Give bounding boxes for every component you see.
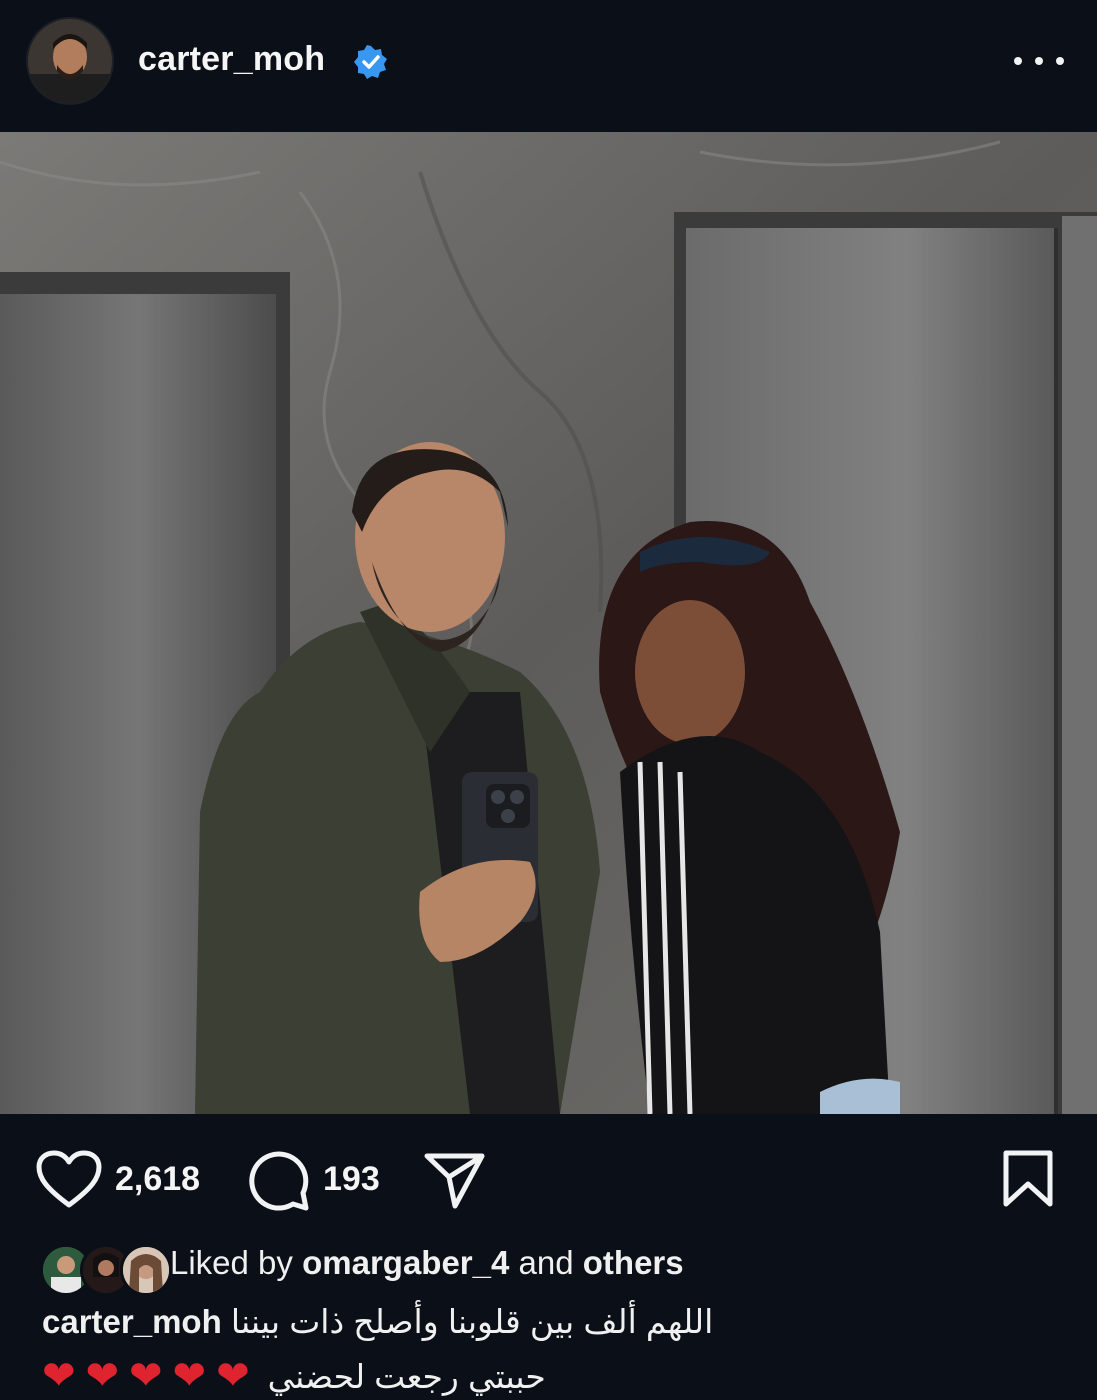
liked-by-text: Liked by omargaber_4 and others	[170, 1244, 684, 1282]
post-image[interactable]	[0, 132, 1097, 1114]
post-header: carter_moh	[0, 0, 1097, 132]
like-heart-icon[interactable]	[36, 1150, 102, 1210]
save-bookmark-icon[interactable]	[1002, 1150, 1054, 1208]
liked-by-connector: and	[518, 1244, 574, 1281]
liked-by-others[interactable]: others	[583, 1244, 684, 1281]
comment-count[interactable]: 193	[323, 1160, 380, 1199]
caption-line-2: ❤ ❤ ❤ ❤ ❤ حببتي رجعت لحضني	[42, 1356, 546, 1396]
more-options-icon[interactable]	[1014, 44, 1064, 78]
caption-line-1: carter_moh اللهم ألف بين قلوبنا وأصلح ذا…	[42, 1302, 713, 1341]
caption-username[interactable]: carter_moh	[42, 1303, 222, 1340]
comment-bubble-icon[interactable]	[248, 1150, 310, 1212]
red-heart-icon: ❤	[42, 1354, 76, 1398]
action-bar: 2,618 193	[0, 1114, 1097, 1244]
red-heart-icon: ❤	[85, 1354, 120, 1398]
post-username[interactable]: carter_moh	[138, 40, 325, 79]
red-heart-icon: ❤	[172, 1354, 207, 1398]
liked-by-prefix: Liked by	[170, 1244, 293, 1281]
red-heart-icon: ❤	[216, 1354, 250, 1398]
caption-text-2: حببتي رجعت لحضني	[267, 1357, 546, 1395]
heart-emojis: ❤ ❤ ❤ ❤ ❤	[42, 1356, 250, 1396]
verified-badge-icon	[354, 45, 387, 79]
share-paper-plane-icon[interactable]	[424, 1152, 486, 1210]
liker-avatar	[120, 1244, 172, 1296]
profile-avatar[interactable]	[28, 19, 112, 103]
red-heart-icon: ❤	[129, 1354, 163, 1398]
liked-by-user[interactable]: omargaber_4	[302, 1244, 509, 1281]
liked-by-row[interactable]: Liked by omargaber_4 and others	[40, 1238, 1040, 1296]
like-count[interactable]: 2,618	[115, 1160, 200, 1199]
caption-text-1: اللهم ألف بين قلوبنا وأصلح ذات بيننا	[230, 1303, 714, 1340]
